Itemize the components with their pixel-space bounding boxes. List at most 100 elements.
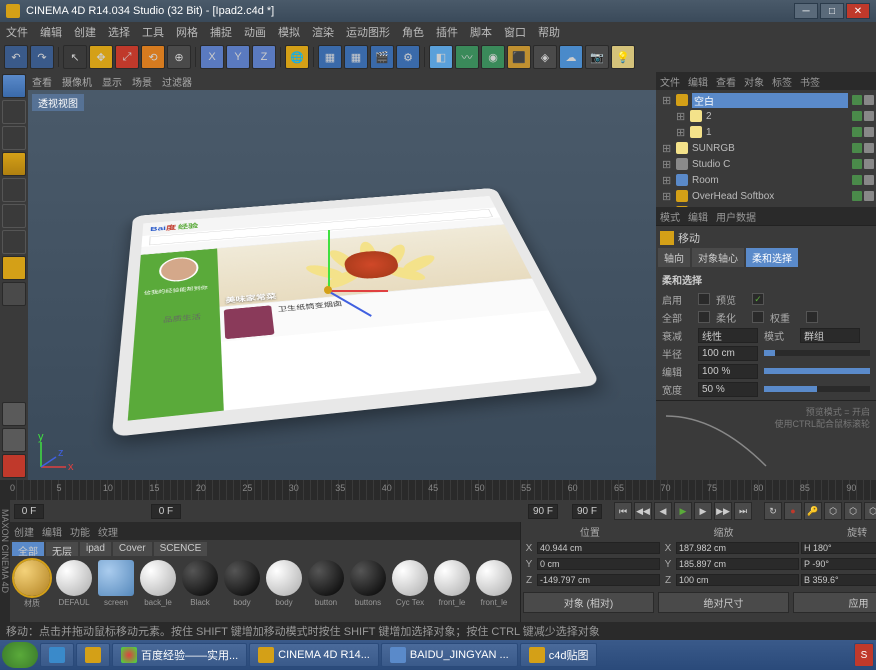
strength-slider[interactable]: [764, 368, 870, 374]
coord-apply-button[interactable]: 应用: [793, 592, 876, 613]
material-item[interactable]: front_le: [474, 560, 514, 620]
tree-row[interactable]: ⊞OverHead Softbox: [658, 188, 874, 204]
material-item[interactable]: body: [222, 560, 262, 620]
rot-b-input[interactable]: [801, 574, 876, 586]
radius-slider[interactable]: [764, 350, 870, 356]
enable-check[interactable]: [698, 293, 710, 305]
key-pos-button[interactable]: ⬡: [824, 502, 842, 520]
render-pv-button[interactable]: 🎬: [370, 45, 394, 69]
viewport[interactable]: 透视视图 Bai度经验 信我: [28, 90, 656, 480]
vp-filter[interactable]: 过滤器: [162, 74, 192, 89]
axis-x-toggle[interactable]: X: [200, 45, 224, 69]
tab-softselect[interactable]: 柔和选择: [746, 248, 798, 267]
preview-check[interactable]: [752, 293, 764, 305]
workplane-button[interactable]: [2, 152, 26, 176]
snap-button[interactable]: [2, 402, 26, 426]
taskbar-c4d[interactable]: CINEMA 4D R14...: [249, 643, 379, 667]
material-grid[interactable]: 材质DEFAULscreenback_leBlackbodybodybutton…: [10, 558, 520, 622]
model-mode-button[interactable]: [2, 100, 26, 124]
tree-row[interactable]: ⊞Room: [658, 172, 874, 188]
loop-button[interactable]: ↻: [764, 502, 782, 520]
object-tree[interactable]: ⊞空白⊞2⊞1⊞SUNRGB⊞Studio C⊞Room⊞OverHead So…: [656, 90, 876, 207]
filter-ipad[interactable]: ipad: [80, 542, 111, 556]
taskbar-ie[interactable]: [40, 643, 74, 667]
tab-pivot[interactable]: 对象轴心: [692, 248, 744, 267]
material-item[interactable]: front_le: [432, 560, 472, 620]
filter-scence[interactable]: SCENCE: [154, 542, 208, 556]
tree-row[interactable]: ⊞2: [658, 108, 874, 124]
select-tool[interactable]: ↖: [63, 45, 87, 69]
autokey-button[interactable]: 🔑: [804, 502, 822, 520]
filter-cover[interactable]: Cover: [113, 542, 152, 556]
axis-mode-button[interactable]: [2, 256, 26, 280]
menu-char[interactable]: 角色: [402, 24, 424, 40]
vp-view[interactable]: 查看: [32, 74, 52, 89]
axis-z-toggle[interactable]: Z: [252, 45, 276, 69]
add-primitive-button[interactable]: ◧: [429, 45, 453, 69]
vp-display[interactable]: 显示: [102, 74, 122, 89]
coord-size-select[interactable]: 绝对尺寸: [658, 592, 789, 613]
material-item[interactable]: buttons: [348, 560, 388, 620]
tray-icon[interactable]: S: [854, 643, 874, 667]
scale-tool[interactable]: ⤢: [115, 45, 139, 69]
menu-script[interactable]: 脚本: [470, 24, 492, 40]
material-item[interactable]: button: [306, 560, 346, 620]
coord-system-button[interactable]: 🌐: [285, 45, 309, 69]
goto-end-button[interactable]: ⏭: [734, 502, 752, 520]
falloff-input[interactable]: [698, 328, 758, 343]
vp-scene[interactable]: 场景: [132, 74, 152, 89]
redo-button[interactable]: ↷: [30, 45, 54, 69]
menu-anim[interactable]: 动画: [244, 24, 266, 40]
material-item[interactable]: 材质: [12, 560, 52, 620]
tree-row[interactable]: ⊞SUNRGB: [658, 140, 874, 156]
play-button[interactable]: ▶: [674, 502, 692, 520]
mode-input[interactable]: [800, 328, 860, 343]
material-item[interactable]: Cyc Tex: [390, 560, 430, 620]
material-item[interactable]: body: [264, 560, 304, 620]
size-y-input[interactable]: [676, 558, 799, 570]
move-tool[interactable]: ✥: [89, 45, 113, 69]
material-item[interactable]: screen: [96, 560, 136, 620]
add-environment-button[interactable]: ☁: [559, 45, 583, 69]
snap-settings-button[interactable]: [2, 428, 26, 452]
taskbar-folder[interactable]: c4d贴图: [520, 643, 598, 667]
start-frame-input[interactable]: [14, 504, 44, 519]
rot-p-input[interactable]: [801, 558, 876, 570]
width-slider[interactable]: [764, 386, 870, 392]
filter-nolayer[interactable]: 无层: [46, 542, 78, 556]
pos-z-input[interactable]: [537, 574, 660, 586]
menu-create[interactable]: 创建: [74, 24, 96, 40]
menu-tools[interactable]: 工具: [142, 24, 164, 40]
vp-camera[interactable]: 摄像机: [62, 74, 92, 89]
next-key-button[interactable]: ▶▶: [714, 502, 732, 520]
axis-y-toggle[interactable]: Y: [226, 45, 250, 69]
rotate-tool[interactable]: ⟲: [141, 45, 165, 69]
size-x-input[interactable]: [676, 542, 799, 554]
menu-plugins[interactable]: 插件: [436, 24, 458, 40]
coord-mode-select[interactable]: 对象 (相对): [523, 592, 654, 613]
material-item[interactable]: DEFAUL: [54, 560, 94, 620]
menu-edit[interactable]: 编辑: [40, 24, 62, 40]
render-region-button[interactable]: ▦: [344, 45, 368, 69]
goto-start-button[interactable]: ⏮: [614, 502, 632, 520]
tab-axis[interactable]: 轴向: [658, 248, 690, 267]
tree-row[interactable]: ⊞空白: [658, 92, 874, 108]
falloff-graph[interactable]: 预览模式 = 开启 使用CTRL配合鼠标滚轮: [656, 400, 876, 480]
edge-mode-button[interactable]: [2, 204, 26, 228]
menu-render[interactable]: 渲染: [312, 24, 334, 40]
texture-mode-button[interactable]: [2, 126, 26, 150]
menu-help[interactable]: 帮助: [538, 24, 560, 40]
filter-all[interactable]: 全部: [12, 542, 44, 556]
material-item[interactable]: back_le: [138, 560, 178, 620]
menu-file[interactable]: 文件: [6, 24, 28, 40]
add-generator-button[interactable]: ⬛: [507, 45, 531, 69]
tree-row[interactable]: ⊞1: [658, 124, 874, 140]
add-nurbs-button[interactable]: ◉: [481, 45, 505, 69]
tree-row[interactable]: ⊞Studio C: [658, 156, 874, 172]
minimize-button[interactable]: ─: [794, 3, 818, 19]
rot-h-input[interactable]: [801, 542, 876, 554]
pos-x-input[interactable]: [537, 542, 660, 554]
menu-sim[interactable]: 模拟: [278, 24, 300, 40]
radius-input[interactable]: [698, 346, 758, 361]
key-scale-button[interactable]: ⬡: [844, 502, 862, 520]
